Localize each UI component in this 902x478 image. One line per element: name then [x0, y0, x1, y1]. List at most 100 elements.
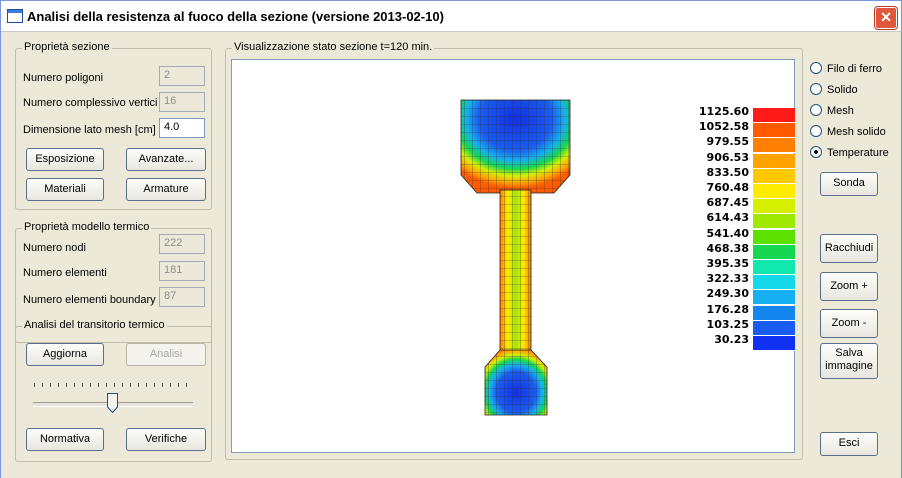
advanced-button[interactable]: Avanzate... [126, 148, 206, 171]
radio-dot-icon [810, 125, 822, 137]
display-mode-label: Mesh [827, 105, 854, 117]
vertices-label: Numero complessivo vertici [23, 97, 158, 109]
display-mode-label: Temperature [827, 147, 889, 159]
scale-swatch [753, 320, 795, 336]
app-icon [7, 9, 23, 23]
scale-swatch [753, 153, 795, 169]
analysis-button[interactable]: Analisi [126, 343, 206, 366]
slider-tick [170, 383, 171, 387]
slider-tick [66, 383, 67, 387]
scale-swatch [753, 260, 795, 275]
radio-dot-icon [810, 104, 822, 116]
slider-tick [98, 383, 99, 387]
slider-tick [90, 383, 91, 387]
display-mode-radio[interactable]: Mesh [810, 104, 854, 118]
slider-tick [178, 383, 179, 387]
slider-tick [138, 383, 139, 387]
slider-tick [34, 383, 35, 387]
scale-label: 322.33 [706, 272, 749, 286]
vertices-field: 16 [159, 92, 205, 112]
slider-tick [162, 383, 163, 387]
boundary-field: 87 [159, 287, 205, 307]
scale-swatch [753, 168, 795, 184]
radio-dot-icon [810, 146, 822, 158]
probe-button[interactable]: Sonda [820, 172, 878, 196]
scale-label: 468.38 [706, 241, 749, 255]
dialog-body: Proprietà sezione Numero poligoni 2 Nume… [1, 32, 901, 478]
slider-tick [130, 383, 131, 387]
display-mode-radio[interactable]: Temperature [810, 146, 889, 160]
scale-label: 541.40 [706, 226, 749, 240]
scale-label: 395.35 [706, 257, 749, 270]
scale-label: 103.25 [706, 317, 749, 331]
scale-swatch [753, 108, 795, 123]
scale-label: 30.23 [714, 333, 749, 346]
scale-label: 176.28 [706, 302, 749, 316]
elements-field: 181 [159, 261, 205, 281]
exit-button[interactable]: Esci [820, 432, 878, 456]
checks-button[interactable]: Verifiche [126, 428, 206, 451]
slider-tick [58, 383, 59, 387]
scale-swatch [753, 199, 795, 215]
slider-tick [82, 383, 83, 387]
window-title: Analisi della resistenza al fuoco della … [27, 9, 444, 24]
slider-tick [186, 383, 187, 387]
materials-button[interactable]: Materiali [26, 178, 104, 201]
view-legend: Visualizzazione stato sezione t=120 min. [232, 41, 435, 53]
polygons-field: 2 [159, 66, 205, 86]
section-canvas[interactable]: 1125.60 1052.58 979.55 906.53 833.50 760.48 68… [231, 59, 795, 453]
app-window: Analisi della resistenza al fuoco della … [0, 0, 902, 478]
boundary-label: Numero elementi boundary [23, 294, 156, 306]
exposure-button[interactable]: Esposizione [26, 148, 104, 171]
scale-label: 760.48 [706, 181, 749, 194]
reinforcement-button[interactable]: Armature [126, 178, 206, 201]
radio-dot-icon [810, 62, 822, 74]
scale-swatch [753, 290, 795, 306]
scale-swatch [753, 244, 795, 260]
slider-tick [50, 383, 51, 387]
save-image-line1: Salva [835, 347, 863, 359]
scale-label: 833.50 [706, 165, 749, 179]
display-mode-radio[interactable]: Mesh solido [810, 125, 886, 139]
zoom-out-button[interactable]: Zoom - [820, 309, 878, 338]
scale-swatch [753, 275, 795, 291]
scale-swatch [753, 138, 795, 154]
slider-tick [122, 383, 123, 387]
mesh-size-label: Dimensione lato mesh [cm] [23, 124, 156, 136]
slider-ticks [34, 383, 194, 391]
save-image-line2: immagine [825, 360, 873, 372]
display-mode-radio[interactable]: Filo di ferro [810, 62, 882, 76]
mesh-size-field[interactable]: 4.0 [159, 118, 205, 138]
scale-label: 906.53 [706, 150, 749, 164]
display-mode-label: Filo di ferro [827, 63, 883, 75]
slider-tick [114, 383, 115, 387]
nodes-field: 222 [159, 234, 205, 254]
time-slider-thumb[interactable] [107, 393, 118, 413]
update-button[interactable]: Aggiorna [26, 343, 104, 366]
scale-swatch [753, 214, 795, 230]
scale-label: 979.55 [706, 135, 749, 149]
fit-view-button[interactable]: Racchiudi [820, 234, 878, 263]
display-mode-label: Solido [827, 84, 858, 96]
title-bar: Analisi della resistenza al fuoco della … [1, 1, 901, 32]
save-image-button[interactable]: Salva immagine [820, 343, 878, 379]
slider-tick [154, 383, 155, 387]
scale-swatch [753, 123, 795, 139]
scale-swatch [753, 184, 795, 199]
standard-button[interactable]: Normativa [26, 428, 104, 451]
slider-tick [42, 383, 43, 387]
section-drawing [460, 99, 571, 416]
slider-tick [74, 383, 75, 387]
scale-label: 1125.60 [698, 105, 749, 118]
section-properties-legend: Proprietà sezione [22, 41, 112, 53]
slider-tick [146, 383, 147, 387]
transient-legend: Analisi del transitorio termico [22, 319, 167, 331]
display-mode-radio[interactable]: Solido [810, 83, 858, 97]
scale-label: 1052.58 [698, 120, 749, 134]
close-icon[interactable]: ✕ [875, 7, 897, 29]
scale-swatch [753, 229, 795, 245]
thermal-model-legend: Proprietà modello termico [22, 221, 152, 233]
scale-swatch [753, 305, 795, 321]
scale-label: 249.30 [706, 287, 749, 301]
zoom-in-button[interactable]: Zoom + [820, 272, 878, 301]
